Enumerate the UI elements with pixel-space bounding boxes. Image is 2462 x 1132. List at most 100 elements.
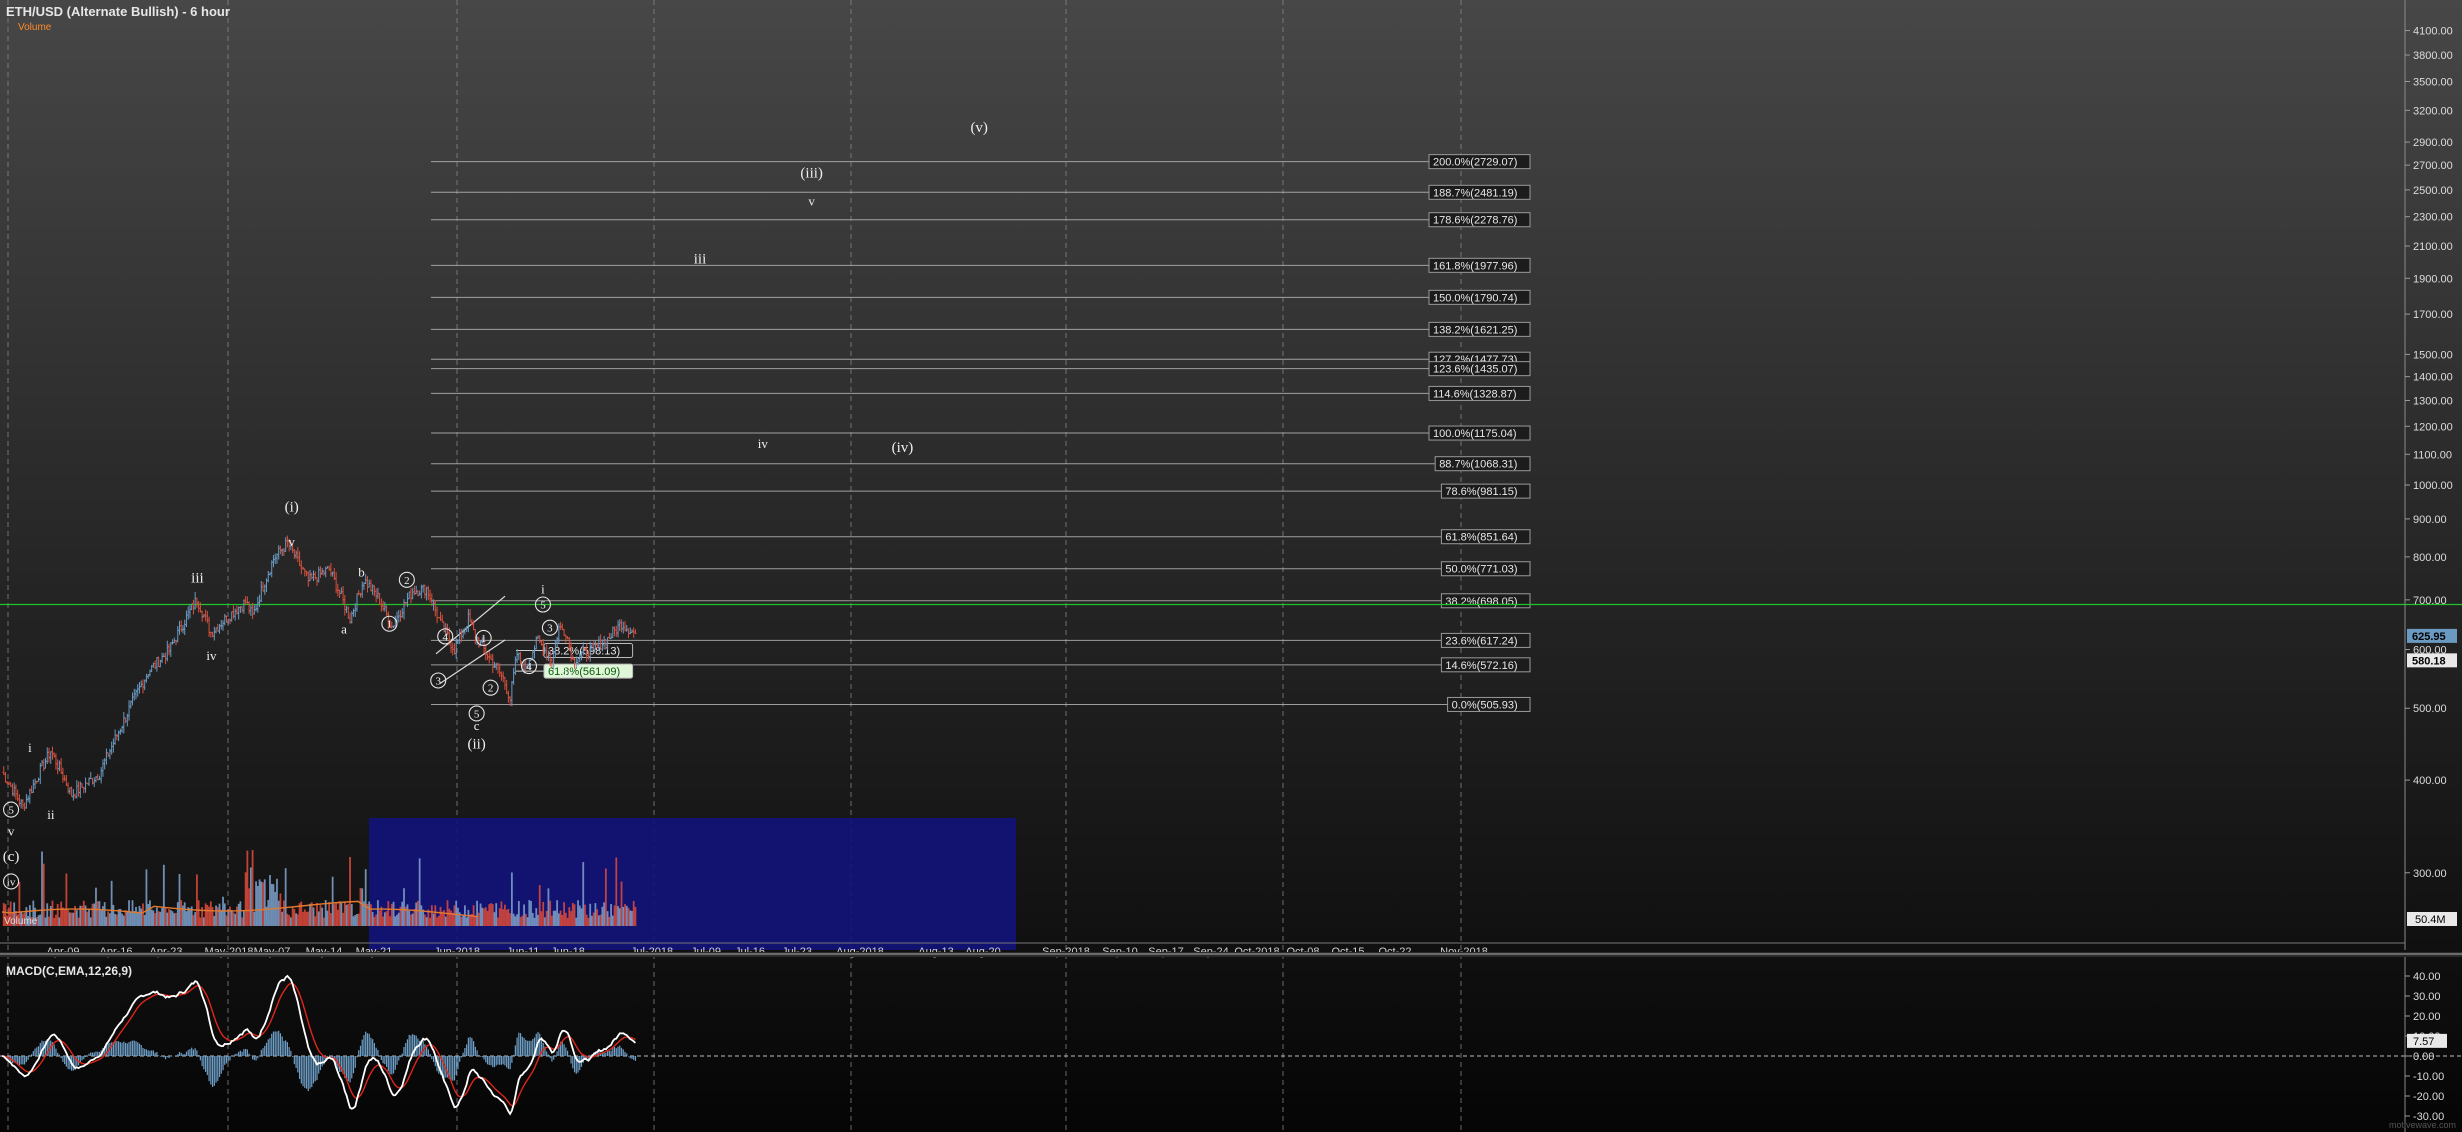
volume-bar bbox=[312, 907, 315, 926]
price-axis-label: 1000.00 bbox=[2413, 480, 2453, 492]
volume-bar bbox=[514, 916, 517, 926]
volume-bar bbox=[417, 900, 419, 926]
fib-level-label: 61.8%(851.64) bbox=[1445, 532, 1517, 544]
volume-bar bbox=[582, 862, 585, 926]
volume-bar bbox=[592, 912, 595, 926]
volume-bar bbox=[307, 911, 310, 926]
volume-bar bbox=[591, 915, 593, 926]
volume-bar bbox=[166, 912, 169, 926]
volume-bar bbox=[408, 911, 411, 926]
price-tag-label: 625.95 bbox=[2412, 631, 2446, 643]
volume-bar bbox=[495, 903, 498, 926]
volume-bar bbox=[410, 914, 412, 926]
volume-bar bbox=[342, 912, 344, 926]
price-axis-label: 800.00 bbox=[2413, 552, 2447, 564]
volume-bar bbox=[300, 901, 303, 926]
volume-bar bbox=[335, 902, 338, 926]
volume-bar bbox=[93, 903, 96, 926]
price-axis-label: 2900.00 bbox=[2413, 137, 2453, 149]
volume-bar bbox=[557, 913, 560, 926]
volume-bar bbox=[117, 909, 120, 926]
volume-bar bbox=[434, 905, 437, 926]
volume-bar bbox=[415, 902, 418, 926]
volume-bar bbox=[145, 869, 148, 926]
wave-label: (c) bbox=[3, 849, 20, 865]
volume-bar bbox=[323, 917, 325, 926]
volume-bar bbox=[62, 907, 64, 926]
volume-bar bbox=[55, 914, 57, 926]
volume-bar bbox=[46, 903, 49, 926]
volume-bar bbox=[563, 902, 565, 926]
volume-bar bbox=[389, 916, 391, 926]
volume-bar bbox=[603, 902, 606, 926]
volume-bar bbox=[566, 917, 569, 926]
volume-bar bbox=[220, 909, 223, 926]
volume-bar bbox=[570, 911, 572, 926]
fib-level-label: 161.8%(1977.96) bbox=[1433, 260, 1517, 272]
volume-bar bbox=[352, 916, 355, 926]
volume-bar bbox=[253, 911, 256, 926]
wave-label: (iv) bbox=[892, 440, 914, 456]
volume-bar bbox=[310, 902, 313, 926]
volume-bar bbox=[305, 911, 308, 926]
volume-bar bbox=[587, 917, 590, 926]
volume-bar bbox=[357, 913, 360, 926]
volume-bar bbox=[493, 912, 496, 926]
volume-bar bbox=[589, 903, 592, 926]
volume-bar bbox=[385, 911, 388, 926]
volume-bar bbox=[390, 903, 393, 926]
fib-level-label: 50.0%(771.03) bbox=[1445, 564, 1517, 576]
volume-bar bbox=[439, 906, 442, 926]
wave-label: 2 bbox=[404, 575, 410, 587]
volume-bar bbox=[293, 909, 296, 926]
volume-bar bbox=[86, 911, 89, 926]
price-axis-label: 700.00 bbox=[2413, 595, 2447, 607]
volume-bar bbox=[225, 915, 228, 926]
volume-bar bbox=[625, 905, 628, 926]
price-axis-label: 2300.00 bbox=[2413, 212, 2453, 224]
volume-bar bbox=[331, 876, 334, 926]
volume-bar bbox=[510, 872, 513, 926]
volume-bar bbox=[575, 917, 578, 926]
wave-label: iv bbox=[758, 436, 769, 451]
volume-bar bbox=[330, 913, 332, 926]
volume-tag-label: 50.4M bbox=[2415, 914, 2446, 926]
volume-legend: Volume bbox=[18, 22, 52, 33]
volume-bar bbox=[382, 916, 385, 926]
volume-bar bbox=[75, 910, 78, 926]
volume-bar bbox=[604, 868, 607, 926]
volume-bar bbox=[155, 907, 158, 926]
volume-bar bbox=[554, 910, 557, 926]
volume-bar bbox=[488, 904, 491, 926]
volume-bar bbox=[523, 904, 525, 926]
volume-bar bbox=[349, 857, 351, 926]
chart-canvas[interactable]: 200.0%(2729.07) 188.7%(2481.19) 178.6%(227… bbox=[0, 0, 2462, 1132]
volume-bar bbox=[196, 874, 198, 926]
volume-bar bbox=[601, 906, 604, 926]
volume-bar bbox=[96, 901, 99, 926]
volume-bar bbox=[336, 909, 339, 926]
price-axis-label: 2500.00 bbox=[2413, 185, 2453, 197]
volume-bar bbox=[176, 902, 179, 926]
volume-bar bbox=[314, 916, 317, 926]
volume-bar bbox=[121, 913, 123, 926]
wave-label: 1 bbox=[387, 619, 393, 631]
volume-bar bbox=[441, 911, 444, 926]
fib-level-label: 123.6%(1435.07) bbox=[1433, 364, 1517, 376]
volume-bar bbox=[620, 881, 623, 926]
volume-bar bbox=[437, 915, 440, 926]
volume-bar bbox=[256, 885, 259, 926]
volume-bar bbox=[100, 910, 103, 926]
volume-bar bbox=[533, 917, 536, 926]
volume-bar bbox=[338, 901, 341, 926]
price-axis-label: 3800.00 bbox=[2413, 50, 2453, 62]
fib-level-label: 78.6%(981.15) bbox=[1445, 486, 1517, 498]
volume-bar bbox=[549, 900, 552, 926]
volume-bar bbox=[288, 915, 291, 926]
volume-bar bbox=[551, 915, 553, 926]
volume-bar bbox=[490, 903, 492, 926]
volume-bar bbox=[411, 913, 414, 926]
volume-bar bbox=[107, 911, 110, 926]
volume-bar bbox=[585, 914, 588, 926]
volume-bar bbox=[422, 909, 425, 926]
